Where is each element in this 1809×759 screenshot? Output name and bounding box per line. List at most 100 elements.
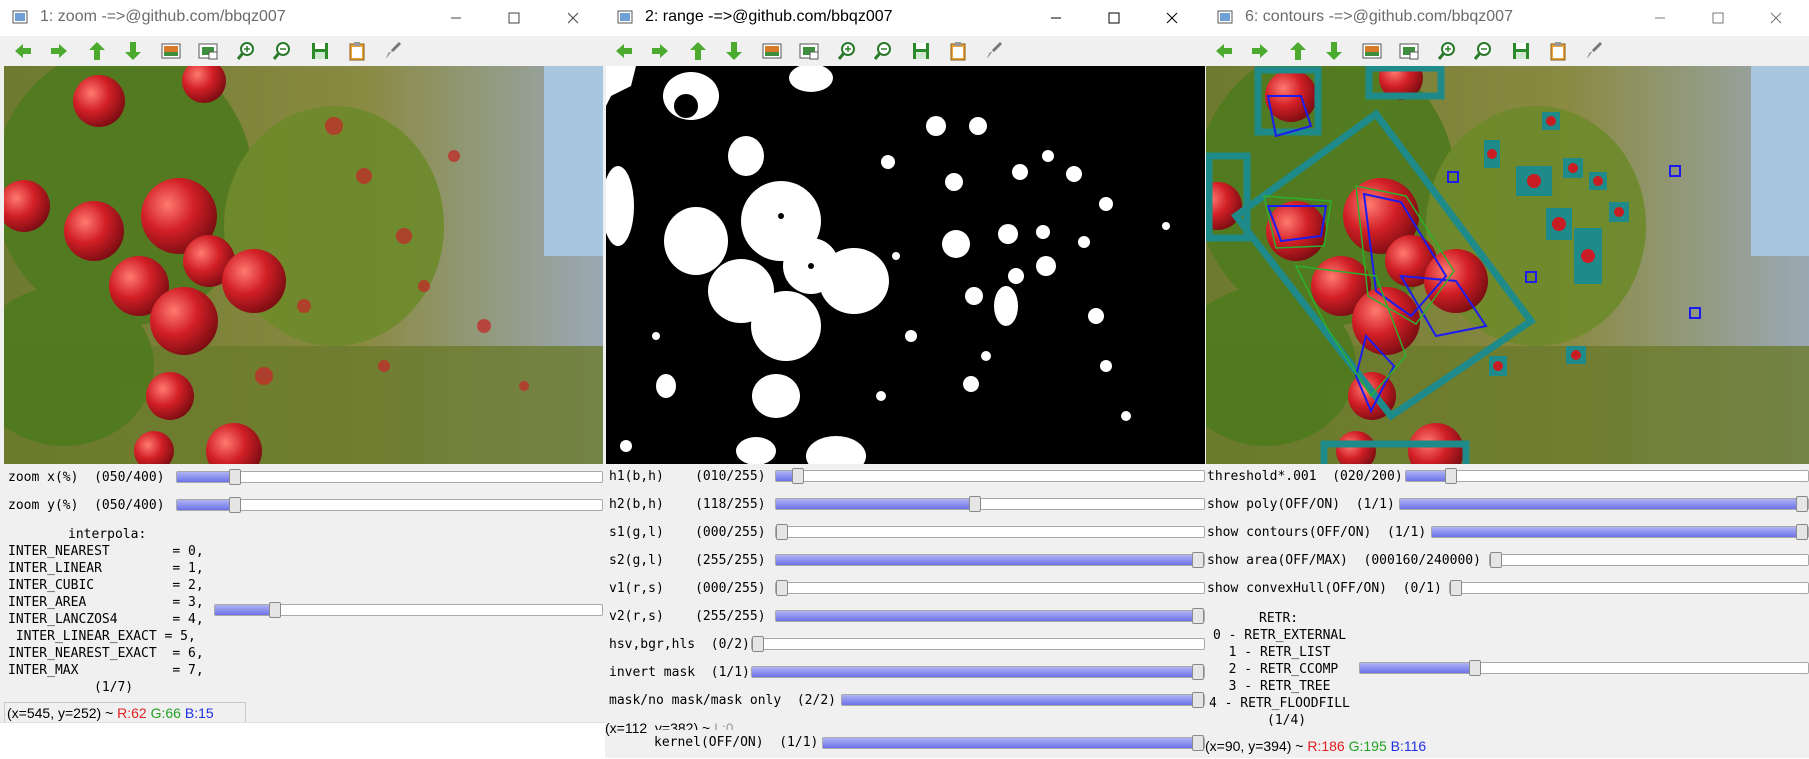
s1-slider[interactable] — [775, 524, 1205, 540]
up-arrow-icon[interactable] — [687, 40, 709, 62]
threshold-slider[interactable] — [1405, 468, 1809, 484]
clipboard-icon[interactable] — [947, 40, 969, 62]
status-blue: B:15 — [184, 705, 214, 721]
retr-line: 0 - RETR_EXTERNAL — [1213, 628, 1347, 643]
brush-icon[interactable] — [382, 40, 404, 62]
slider-label: v1(r,s) (000/255) — [609, 581, 766, 596]
retr-line: 2 - RETR_CCOMP — [1213, 662, 1339, 677]
retr-value: (1/4) — [1267, 713, 1307, 728]
maximize-button[interactable] — [1695, 4, 1741, 32]
brush-icon[interactable] — [1583, 40, 1605, 62]
back-arrow-icon[interactable] — [12, 40, 34, 62]
zoom-in-icon[interactable] — [235, 40, 257, 62]
image-canvas-mask[interactable] — [606, 66, 1205, 464]
retr-slider[interactable] — [1359, 660, 1809, 676]
h1-slider[interactable] — [775, 468, 1205, 484]
window-title: 6: contours -=>@github.com/bbqz007 — [1245, 8, 1513, 25]
up-arrow-icon[interactable] — [86, 40, 108, 62]
window-title: 2: range -=>@github.com/bbqz007 — [645, 8, 893, 25]
invert-mask-slider[interactable] — [751, 664, 1205, 680]
back-arrow-icon[interactable] — [613, 40, 635, 62]
brush-icon[interactable] — [983, 40, 1005, 62]
save-icon[interactable] — [309, 40, 331, 62]
status-coords: (x=545, y=252) ~ — [7, 705, 118, 721]
title-bar[interactable]: 6: contours -=>@github.com/bbqz007 — [1205, 0, 1809, 36]
kernel-slider[interactable] — [822, 735, 1205, 751]
down-arrow-icon[interactable] — [723, 40, 745, 62]
down-arrow-icon[interactable] — [1323, 40, 1345, 62]
interpolation-line: INTER_CUBIC = 2, — [8, 578, 204, 593]
forward-arrow-icon[interactable] — [649, 40, 671, 62]
clipboard-icon[interactable] — [346, 40, 368, 62]
slider-label: show poly(OFF/ON) (1/1) — [1207, 497, 1395, 512]
show-area-slider[interactable] — [1489, 552, 1809, 568]
slider-label: show convexHull(OFF/ON) (0/1) — [1207, 581, 1442, 596]
window-app-icon — [617, 10, 633, 24]
zoom-in-icon[interactable] — [1436, 40, 1458, 62]
slider-label: invert mask (1/1) — [609, 665, 750, 680]
forward-arrow-icon[interactable] — [1249, 40, 1271, 62]
zoom-out-icon[interactable] — [872, 40, 894, 62]
slider-label: zoom x(%) (050/400) — [8, 470, 165, 485]
forward-arrow-icon[interactable] — [48, 40, 70, 62]
save-icon[interactable] — [910, 40, 932, 62]
show-contours-slider[interactable] — [1431, 524, 1809, 540]
slider-label: s1(g,l) (000/255) — [609, 525, 766, 540]
image-canvas-contours[interactable] — [1206, 66, 1809, 464]
toolbar — [1205, 36, 1809, 66]
back-arrow-icon[interactable] — [1213, 40, 1235, 62]
slider-label: hsv,bgr,hls (0/2) — [609, 637, 750, 652]
save-icon[interactable] — [1510, 40, 1532, 62]
down-arrow-icon[interactable] — [122, 40, 144, 62]
mask-mode-slider[interactable] — [841, 692, 1205, 708]
window-range: 2: range -=>@github.com/bbqz007 h1(b,h) … — [605, 0, 1205, 758]
slider-label: h1(b,h) (010/255) — [609, 469, 766, 484]
clipboard-icon[interactable] — [1547, 40, 1569, 62]
retr-line: 1 - RETR_LIST — [1213, 645, 1331, 660]
window-app-icon — [1217, 10, 1233, 24]
zoom-in-icon[interactable] — [836, 40, 858, 62]
fit-icon[interactable] — [197, 40, 219, 62]
show-poly-slider[interactable] — [1399, 496, 1809, 512]
minimize-button[interactable] — [433, 4, 479, 32]
interpolation-value: (1/7) — [94, 680, 134, 695]
maximize-button[interactable] — [491, 4, 537, 32]
show-convexhull-slider[interactable] — [1449, 580, 1809, 596]
interpolation-line: INTER_NEAREST_EXACT = 6, — [8, 646, 204, 661]
interpolation-slider[interactable] — [214, 602, 603, 618]
close-button[interactable] — [1753, 4, 1799, 32]
image-icon[interactable] — [1361, 40, 1383, 62]
minimize-button[interactable] — [1033, 4, 1079, 32]
toolbar — [0, 36, 605, 66]
retr-line: 3 - RETR_TREE — [1213, 679, 1331, 694]
window-title: 1: zoom -=>@github.com/bbqz007 — [40, 8, 286, 25]
status-bar: (x=545, y=252) ~ R:62 G:66 B:15 — [4, 702, 246, 723]
zoom-y-slider[interactable] — [176, 497, 603, 513]
s2-slider[interactable] — [775, 552, 1205, 568]
minimize-button[interactable] — [1637, 4, 1683, 32]
toolbar — [605, 36, 1205, 66]
maximize-button[interactable] — [1091, 4, 1137, 32]
image-canvas-apples[interactable] — [4, 66, 603, 464]
window-bottom-strip — [0, 722, 605, 759]
status-green: G:66 — [150, 705, 181, 721]
v2-slider[interactable] — [775, 608, 1205, 624]
zoom-out-icon[interactable] — [1472, 40, 1494, 62]
title-bar[interactable]: 2: range -=>@github.com/bbqz007 — [605, 0, 1205, 36]
h2-slider[interactable] — [775, 496, 1205, 512]
up-arrow-icon[interactable] — [1287, 40, 1309, 62]
title-bar[interactable]: 1: zoom -=>@github.com/bbqz007 — [0, 0, 605, 36]
close-button[interactable] — [1149, 4, 1195, 32]
colorspace-slider[interactable] — [751, 636, 1205, 652]
image-icon[interactable] — [761, 40, 783, 62]
image-icon[interactable] — [160, 40, 182, 62]
zoom-out-icon[interactable] — [271, 40, 293, 62]
v1-slider[interactable] — [775, 580, 1205, 596]
zoom-x-slider[interactable] — [176, 469, 603, 485]
interpolation-line: INTER_LINEAR_EXACT = 5, — [8, 629, 196, 644]
fit-icon[interactable] — [798, 40, 820, 62]
kernel-panel: kernel(OFF/ON) (1/1) — [648, 730, 1205, 758]
slider-label: show area(OFF/MAX) (000160/240000) — [1207, 553, 1481, 568]
fit-icon[interactable] — [1398, 40, 1420, 62]
close-button[interactable] — [550, 4, 596, 32]
